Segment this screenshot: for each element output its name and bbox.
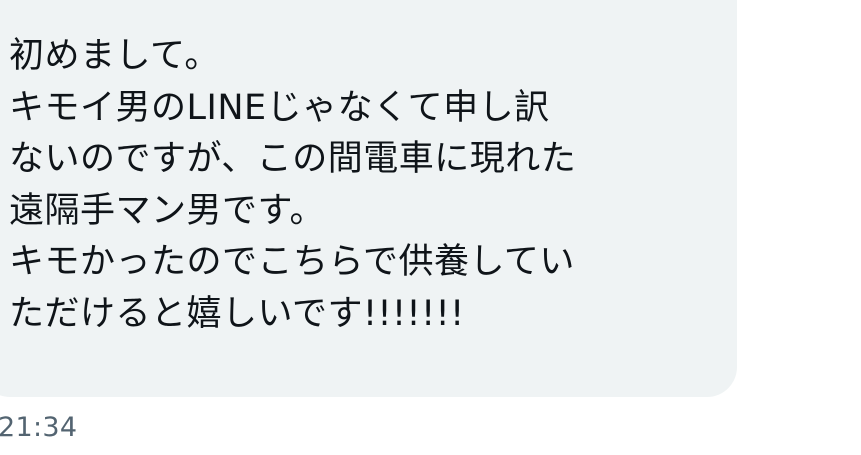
message-line-4: 遠隔手マン男です。 [9, 190, 326, 231]
message-timestamp: 21:34 [0, 412, 78, 443]
message-line-1: 初めまして。 [9, 36, 220, 76]
dm-conversation-view: 初めまして。 キモイ男のLINEじゃなくて申し訳 ないのですが、この間電車に現れ… [0, 0, 861, 455]
message-line-3: ないのですが、この間電車に現れた [9, 139, 577, 179]
message-text: 初めまして。 キモイ男のLINEじゃなくて申し訳 ないのですが、この間電車に現れ… [9, 31, 709, 340]
message-line-6: ただけると嬉しいです!!!!!!! [9, 293, 465, 334]
message-line-5: キモかったのでこちらで供養してい [9, 242, 575, 282]
message-bubble[interactable]: 初めまして。 キモイ男のLINEじゃなくて申し訳 ないのですが、この間電車に現れ… [0, 0, 737, 397]
message-line-2: キモイ男のLINEじゃなくて申し訳 [9, 87, 550, 128]
